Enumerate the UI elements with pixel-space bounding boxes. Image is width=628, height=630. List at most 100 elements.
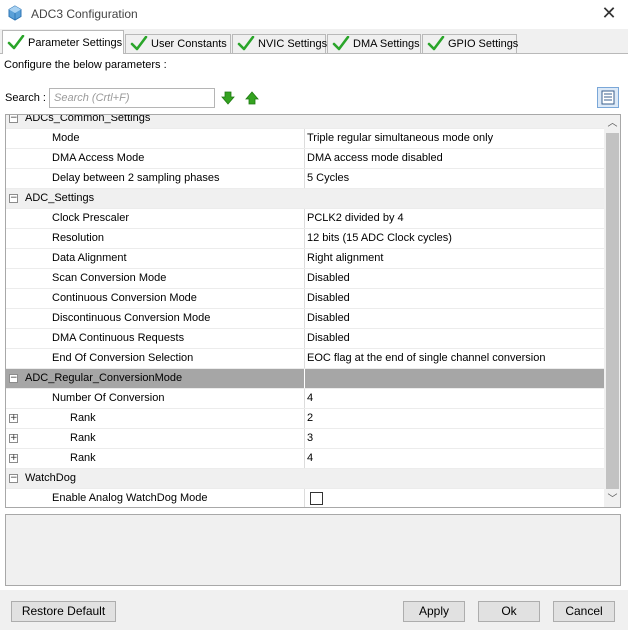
restore-default-button[interactable]: Restore Default [11, 601, 116, 622]
param-value[interactable]: Right alignment [304, 249, 604, 268]
vertical-scrollbar[interactable]: ︿ ﹀ [604, 115, 620, 507]
tab-nvic-settings[interactable]: NVIC Settings [232, 34, 328, 54]
collapse-icon[interactable]: − [9, 474, 18, 483]
arrow-up-icon[interactable] [245, 91, 259, 105]
param-row[interactable]: DMA Continuous Requests Disabled [6, 329, 604, 349]
list-view-button[interactable] [597, 87, 619, 108]
tab-user-constants[interactable]: User Constants [125, 34, 231, 54]
tab-label: NVIC Settings [258, 38, 328, 50]
arrow-down-icon[interactable] [221, 91, 235, 105]
tab-label: GPIO Settings [448, 38, 519, 50]
param-name: DMA Access Mode [52, 152, 145, 164]
param-row-rank[interactable]: + Rank 3 [6, 429, 604, 449]
param-name: Scan Conversion Mode [52, 272, 167, 284]
group-name: WatchDog [25, 472, 76, 484]
param-value[interactable]: 4 [304, 389, 604, 408]
param-row[interactable]: Enable Analog WatchDog Mode [6, 489, 604, 507]
scrollbar-thumb[interactable] [606, 133, 619, 489]
param-row[interactable]: Resolution 12 bits (15 ADC Clock cycles) [6, 229, 604, 249]
param-row[interactable]: Continuous Conversion Mode Disabled [6, 289, 604, 309]
app-cube-icon [8, 5, 22, 21]
param-row[interactable]: Mode Triple regular simultaneous mode on… [6, 129, 604, 149]
checkmark-icon [7, 34, 25, 49]
search-label: Search : [5, 92, 46, 104]
title-bar: ADC3 Configuration ✕ [0, 0, 628, 29]
param-row[interactable]: DMA Access Mode DMA access mode disabled [6, 149, 604, 169]
expand-icon[interactable]: + [9, 434, 18, 443]
param-name: End Of Conversion Selection [52, 352, 194, 364]
group-name: ADCs_Common_Settings [25, 114, 151, 124]
watchdog-checkbox[interactable] [310, 492, 323, 505]
collapse-icon[interactable]: − [9, 374, 18, 383]
param-name: Rank [70, 432, 96, 444]
close-icon: ✕ [601, 3, 617, 23]
tab-dma-settings[interactable]: DMA Settings [327, 34, 421, 54]
collapse-icon[interactable]: − [9, 115, 18, 123]
param-row[interactable]: Data Alignment Right alignment [6, 249, 604, 269]
parameter-table: − ADCs_Common_Settings Mode Triple regul… [5, 114, 621, 508]
param-value[interactable]: PCLK2 divided by 4 [304, 209, 604, 228]
apply-button[interactable]: Apply [403, 601, 465, 622]
param-value[interactable]: 12 bits (15 ADC Clock cycles) [304, 229, 604, 248]
param-value[interactable]: Disabled [304, 309, 604, 328]
tab-parameter-settings[interactable]: Parameter Settings [2, 30, 124, 54]
checkmark-icon [130, 36, 148, 51]
tab-label: Parameter Settings [28, 36, 123, 49]
param-name: Rank [70, 412, 96, 424]
param-row[interactable]: Clock Prescaler PCLK2 divided by 4 [6, 209, 604, 229]
param-row[interactable]: Number Of Conversion 4 [6, 389, 604, 409]
group-row-adcs-common-settings[interactable]: − ADCs_Common_Settings [6, 114, 604, 129]
param-name: Delay between 2 sampling phases [52, 172, 220, 184]
param-value[interactable]: 4 [304, 449, 604, 468]
param-name: Enable Analog WatchDog Mode [52, 492, 208, 504]
param-name: Clock Prescaler [52, 212, 130, 224]
expand-icon[interactable]: + [9, 414, 18, 423]
param-value[interactable]: Disabled [304, 329, 604, 348]
ok-button[interactable]: Ok [478, 601, 540, 622]
param-name: Discontinuous Conversion Mode [52, 312, 211, 324]
tab-label: User Constants [151, 38, 227, 50]
param-value[interactable]: 3 [304, 429, 604, 448]
param-row[interactable]: Scan Conversion Mode Disabled [6, 269, 604, 289]
param-value[interactable]: Disabled [304, 269, 604, 288]
param-row[interactable]: Delay between 2 sampling phases 5 Cycles [6, 169, 604, 189]
param-row[interactable]: End Of Conversion Selection EOC flag at … [6, 349, 604, 369]
dialog-footer: Restore Default Apply Ok Cancel [0, 590, 628, 630]
search-input[interactable] [49, 88, 215, 108]
param-name: Data Alignment [52, 252, 127, 264]
param-value [304, 489, 604, 507]
param-name: Continuous Conversion Mode [52, 292, 197, 304]
window-title: ADC3 Configuration [31, 7, 138, 21]
parameter-settings-panel: Configure the below parameters : Search … [0, 54, 628, 590]
group-name: ADC_Regular_ConversionMode [25, 372, 183, 384]
group-row-adc-settings[interactable]: − ADC_Settings [6, 189, 604, 209]
expand-icon[interactable]: + [9, 454, 18, 463]
param-value[interactable]: DMA access mode disabled [304, 149, 604, 168]
param-value[interactable]: 2 [304, 409, 604, 428]
group-row-watchdog[interactable]: − WatchDog [6, 469, 604, 489]
description-panel [5, 514, 621, 586]
param-row[interactable]: Discontinuous Conversion Mode Disabled [6, 309, 604, 329]
param-row-rank[interactable]: + Rank 2 [6, 409, 604, 429]
close-button[interactable]: ✕ [596, 2, 622, 26]
collapse-icon[interactable]: − [9, 194, 18, 203]
param-value[interactable]: Triple regular simultaneous mode only [304, 129, 604, 148]
group-name: ADC_Settings [25, 192, 95, 204]
checkmark-icon [332, 36, 350, 51]
checkmark-icon [237, 36, 255, 51]
param-name: Resolution [52, 232, 104, 244]
param-value[interactable]: Disabled [304, 289, 604, 308]
checkmark-icon [427, 36, 445, 51]
param-row-rank[interactable]: + Rank 4 [6, 449, 604, 469]
param-value[interactable]: 5 Cycles [304, 169, 604, 188]
param-name: Number Of Conversion [52, 392, 165, 404]
scroll-up-icon[interactable]: ︿ [604, 115, 620, 132]
tab-label: DMA Settings [353, 38, 420, 50]
cancel-button[interactable]: Cancel [553, 601, 615, 622]
param-value[interactable]: EOC flag at the end of single channel co… [304, 349, 604, 368]
tab-gpio-settings[interactable]: GPIO Settings [422, 34, 519, 54]
scroll-down-icon[interactable]: ﹀ [604, 491, 620, 507]
group-row-adc-regular-conversionmode[interactable]: − ADC_Regular_ConversionMode [6, 369, 604, 389]
param-name: Rank [70, 452, 96, 464]
configure-label: Configure the below parameters : [4, 59, 167, 71]
